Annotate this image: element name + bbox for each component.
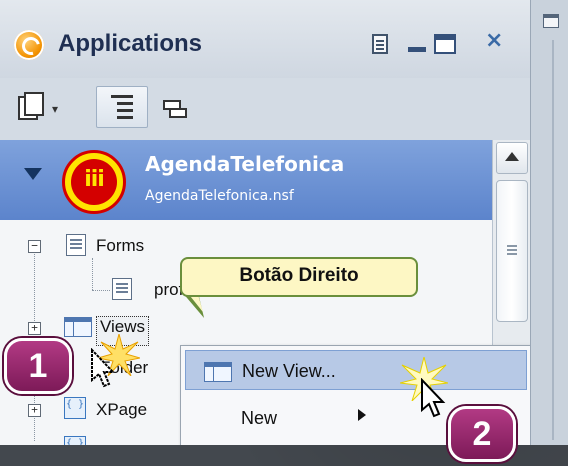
panel-title: Applications: [58, 30, 203, 57]
callout-bubble: Botão Direito: [180, 257, 418, 297]
form-icon: [66, 234, 86, 256]
database-name: AgendaTelefonica: [145, 152, 345, 176]
panel-title-bar: Applications ×: [0, 0, 530, 78]
xpage-icon: [64, 397, 86, 419]
expand-icon[interactable]: +: [28, 404, 41, 417]
mouse-cursor-icon: [421, 378, 446, 418]
step-badge-1: 1: [4, 338, 72, 394]
view-icon: [64, 317, 92, 337]
mouse-cursor-icon: [91, 348, 116, 388]
tree-item-forms[interactable]: Forms: [96, 236, 144, 264]
tree-item-icon: [64, 436, 86, 445]
new-document-icon[interactable]: [18, 92, 44, 120]
list-view-toggle-button[interactable]: [96, 86, 148, 128]
triangle-down-icon[interactable]: [24, 168, 42, 180]
adjacent-panel-strip: [530, 0, 568, 445]
collapse-icon[interactable]: −: [28, 240, 41, 253]
menu-item-new-view[interactable]: New View...: [185, 350, 527, 390]
window-icon[interactable]: [543, 14, 559, 28]
tree-item-database[interactable]: iii AgendaTelefonica AgendaTelefonica.ns…: [0, 140, 492, 220]
form-icon: [112, 278, 132, 300]
submenu-arrow-icon: [358, 409, 366, 421]
tree-connector: [92, 258, 93, 290]
applications-logo-icon: [14, 30, 44, 60]
callout-text: Botão Direito: [239, 265, 359, 286]
scroll-up-arrow-icon[interactable]: [496, 142, 528, 174]
panel-toolbar: ▾: [0, 78, 530, 141]
database-filename: AgendaTelefonica.nsf: [145, 188, 294, 204]
tree-connector: [92, 290, 110, 291]
expand-icon[interactable]: +: [28, 322, 41, 335]
tree-item-xpages[interactable]: XPage: [96, 400, 147, 428]
applications-panel: Applications × ▾ iii AgendaTelefonica Ag…: [0, 0, 530, 445]
view-icon: [204, 362, 232, 382]
minimize-icon[interactable]: [408, 47, 426, 52]
database-icon: iii: [62, 150, 126, 214]
document-icon[interactable]: [372, 34, 388, 54]
menu-item-label: New: [241, 408, 278, 428]
menu-item-label: New View...: [242, 361, 336, 381]
scrollbar-thumb[interactable]: [496, 180, 528, 322]
chevron-down-icon[interactable]: ▾: [52, 102, 58, 116]
step-badge-2: 2: [448, 406, 516, 462]
stacked-view-icon[interactable]: [163, 100, 187, 118]
close-icon[interactable]: ×: [485, 28, 505, 53]
maximize-icon[interactable]: [434, 34, 456, 54]
